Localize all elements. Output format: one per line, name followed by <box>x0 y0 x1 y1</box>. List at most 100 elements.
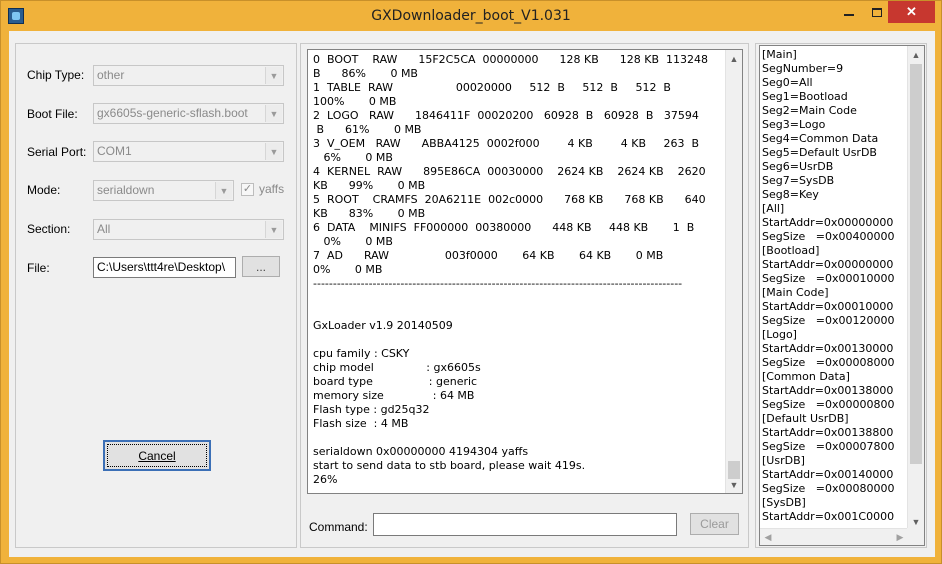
chevron-down-icon[interactable]: ▼ <box>215 182 232 199</box>
log-line: B 86% 0 MB <box>313 67 418 80</box>
file-path-input[interactable]: C:\Users\ttt4re\Desktop\ <box>93 257 236 278</box>
log-line: KB 83% 0 MB <box>313 207 426 220</box>
boot-file-select[interactable]: gx6605s-generic-sflash.boot ▼ <box>93 103 284 124</box>
log-line: memory size : 64 MB <box>313 389 475 402</box>
command-label: Command: <box>309 520 368 534</box>
config-line: StartAddr=0x00140000 <box>762 468 894 481</box>
scroll-right-icon[interactable]: ▶ <box>892 529 908 545</box>
config-line: Seg3=Logo <box>762 118 826 131</box>
log-line: 0 BOOT RAW 15F2C5CA 00000000 128 KB 128 … <box>313 53 708 66</box>
section-select[interactable]: All ▼ <box>93 219 284 240</box>
browse-button[interactable]: ... <box>242 256 280 277</box>
config-line: SegSize =0x00120000 <box>762 314 895 327</box>
mode-value: serialdown <box>97 183 155 197</box>
config-line: Seg5=Default UsrDB <box>762 146 877 159</box>
mode-select[interactable]: serialdown ▼ <box>93 180 234 201</box>
config-line: [Main] <box>762 48 797 61</box>
config-line: [Logo] <box>762 328 797 341</box>
log-line: chip model : gx6605s <box>313 361 481 374</box>
config-line: [Common Data] <box>762 370 850 383</box>
log-line: serialdown 0x00000000 4194304 yaffs <box>313 445 529 458</box>
log-line: 0% 0 MB <box>313 235 393 248</box>
yaffs-checkbox[interactable]: ✓ <box>241 183 254 196</box>
config-line: Seg0=All <box>762 76 813 89</box>
log-line: 2 LOGO RAW 1846411F 00020200 60928 B 609… <box>313 109 699 122</box>
config-hscrollbar[interactable]: ◀ ▶ <box>760 528 908 545</box>
scroll-up-icon[interactable]: ▲ <box>726 50 742 67</box>
file-label: File: <box>27 261 50 275</box>
section-label: Section: <box>27 222 71 236</box>
boot-file-value: gx6605s-generic-sflash.boot <box>97 106 248 120</box>
log-line: board type : generic <box>313 375 478 388</box>
log-output[interactable]: 0 BOOT RAW 15F2C5CA 00000000 128 KB 128 … <box>307 49 743 494</box>
chip-type-select[interactable]: other ▼ <box>93 65 284 86</box>
chevron-down-icon[interactable]: ▼ <box>265 105 282 122</box>
config-line: StartAddr=0x00010000 <box>762 300 894 313</box>
close-button[interactable]: ✕ <box>888 1 935 23</box>
config-line: SegNumber=9 <box>762 62 844 75</box>
config-line: StartAddr=0x00000000 <box>762 258 894 271</box>
cancel-button[interactable]: Cancel <box>103 440 211 471</box>
log-line: 4 KERNEL RAW 895E86CA 00030000 2624 KB 2… <box>313 165 706 178</box>
log-line: Flash type : gd25q32 <box>313 403 430 416</box>
chevron-down-icon[interactable]: ▼ <box>265 67 282 84</box>
window-title: GXDownloader_boot_V1.031 <box>371 8 571 24</box>
client-area: Chip Type: other ▼ Boot File: gx6605s-ge… <box>9 31 935 557</box>
log-line: 6% 0 MB <box>313 151 393 164</box>
config-line: [All] <box>762 202 785 215</box>
config-line: StartAddr=0x00138000 <box>762 384 894 397</box>
cancel-label: Cancel <box>138 448 176 463</box>
log-line: 5 ROOT CRAMFS 20A6211E 002c0000 768 KB 7… <box>313 193 706 206</box>
config-line: [Main Code] <box>762 286 829 299</box>
chip-type-label: Chip Type: <box>27 68 85 82</box>
log-line: 3 V_OEM RAW ABBA4125 0002f000 4 KB 4 KB … <box>313 137 700 150</box>
scroll-down-icon[interactable]: ▼ <box>726 476 742 493</box>
yaffs-label: yaffs <box>259 182 285 196</box>
log-scrollbar[interactable]: ▲ ▼ <box>725 50 742 493</box>
config-line: [Default UsrDB] <box>762 412 849 425</box>
config-line: [UsrDB] <box>762 454 805 467</box>
config-vscrollbar[interactable]: ▲ ▼ <box>907 46 924 530</box>
minimize-icon <box>844 14 854 16</box>
scroll-left-icon[interactable]: ◀ <box>760 529 776 545</box>
config-line: StartAddr=0x00138800 <box>762 426 894 439</box>
clear-button[interactable]: Clear <box>690 513 739 535</box>
close-icon: ✕ <box>906 4 917 19</box>
config-line: SegSize =0x00007800 <box>762 440 895 453</box>
config-line: SegSize =0x00080000 <box>762 482 895 495</box>
chevron-down-icon[interactable]: ▼ <box>265 143 282 160</box>
log-line: cpu family : CSKY <box>313 347 410 360</box>
config-line: SegSize =0x00000800 <box>762 398 895 411</box>
config-list[interactable]: [Main] SegNumber=9 Seg0=All Seg1=Bootload Se… <box>759 45 925 546</box>
config-line: StartAddr=0x001C0000 <box>762 510 895 523</box>
scroll-thumb[interactable] <box>910 64 922 464</box>
minimize-button[interactable] <box>834 1 864 23</box>
config-text: [Main] SegNumber=9 Seg0=All Seg1=Bootload Se… <box>762 48 908 524</box>
config-line: SegSize =0x00400000 <box>762 230 895 243</box>
log-line: B 61% 0 MB <box>313 123 422 136</box>
scroll-up-icon[interactable]: ▲ <box>908 46 924 63</box>
mode-label: Mode: <box>27 183 61 197</box>
log-line: 26% <box>313 473 338 486</box>
config-line: SegSize =0x00010000 <box>762 272 895 285</box>
log-line: start to send data to stb board, please … <box>313 459 586 472</box>
log-line: 6 DATA MINIFS FF000000 00380000 448 KB 4… <box>313 221 695 234</box>
main-window: GXDownloader_boot_V1.031 ✕ Chip Type: ot… <box>0 0 942 564</box>
serial-port-label: Serial Port: <box>27 145 87 159</box>
config-line: Seg1=Bootload <box>762 90 848 103</box>
log-line: 0% 0 MB <box>313 263 383 276</box>
command-input[interactable] <box>373 513 677 536</box>
config-line: StartAddr=0x00000000 <box>762 216 894 229</box>
chevron-down-icon[interactable]: ▼ <box>265 221 282 238</box>
config-line: Seg8=Key <box>762 188 819 201</box>
title-bar[interactable]: GXDownloader_boot_V1.031 ✕ <box>1 1 941 31</box>
section-value: All <box>97 222 111 236</box>
log-line: Flash size : 4 MB <box>313 417 409 430</box>
maximize-icon <box>872 7 882 17</box>
config-line: SegSize =0x00008000 <box>762 356 895 369</box>
serial-port-select[interactable]: COM1 ▼ <box>93 141 284 162</box>
